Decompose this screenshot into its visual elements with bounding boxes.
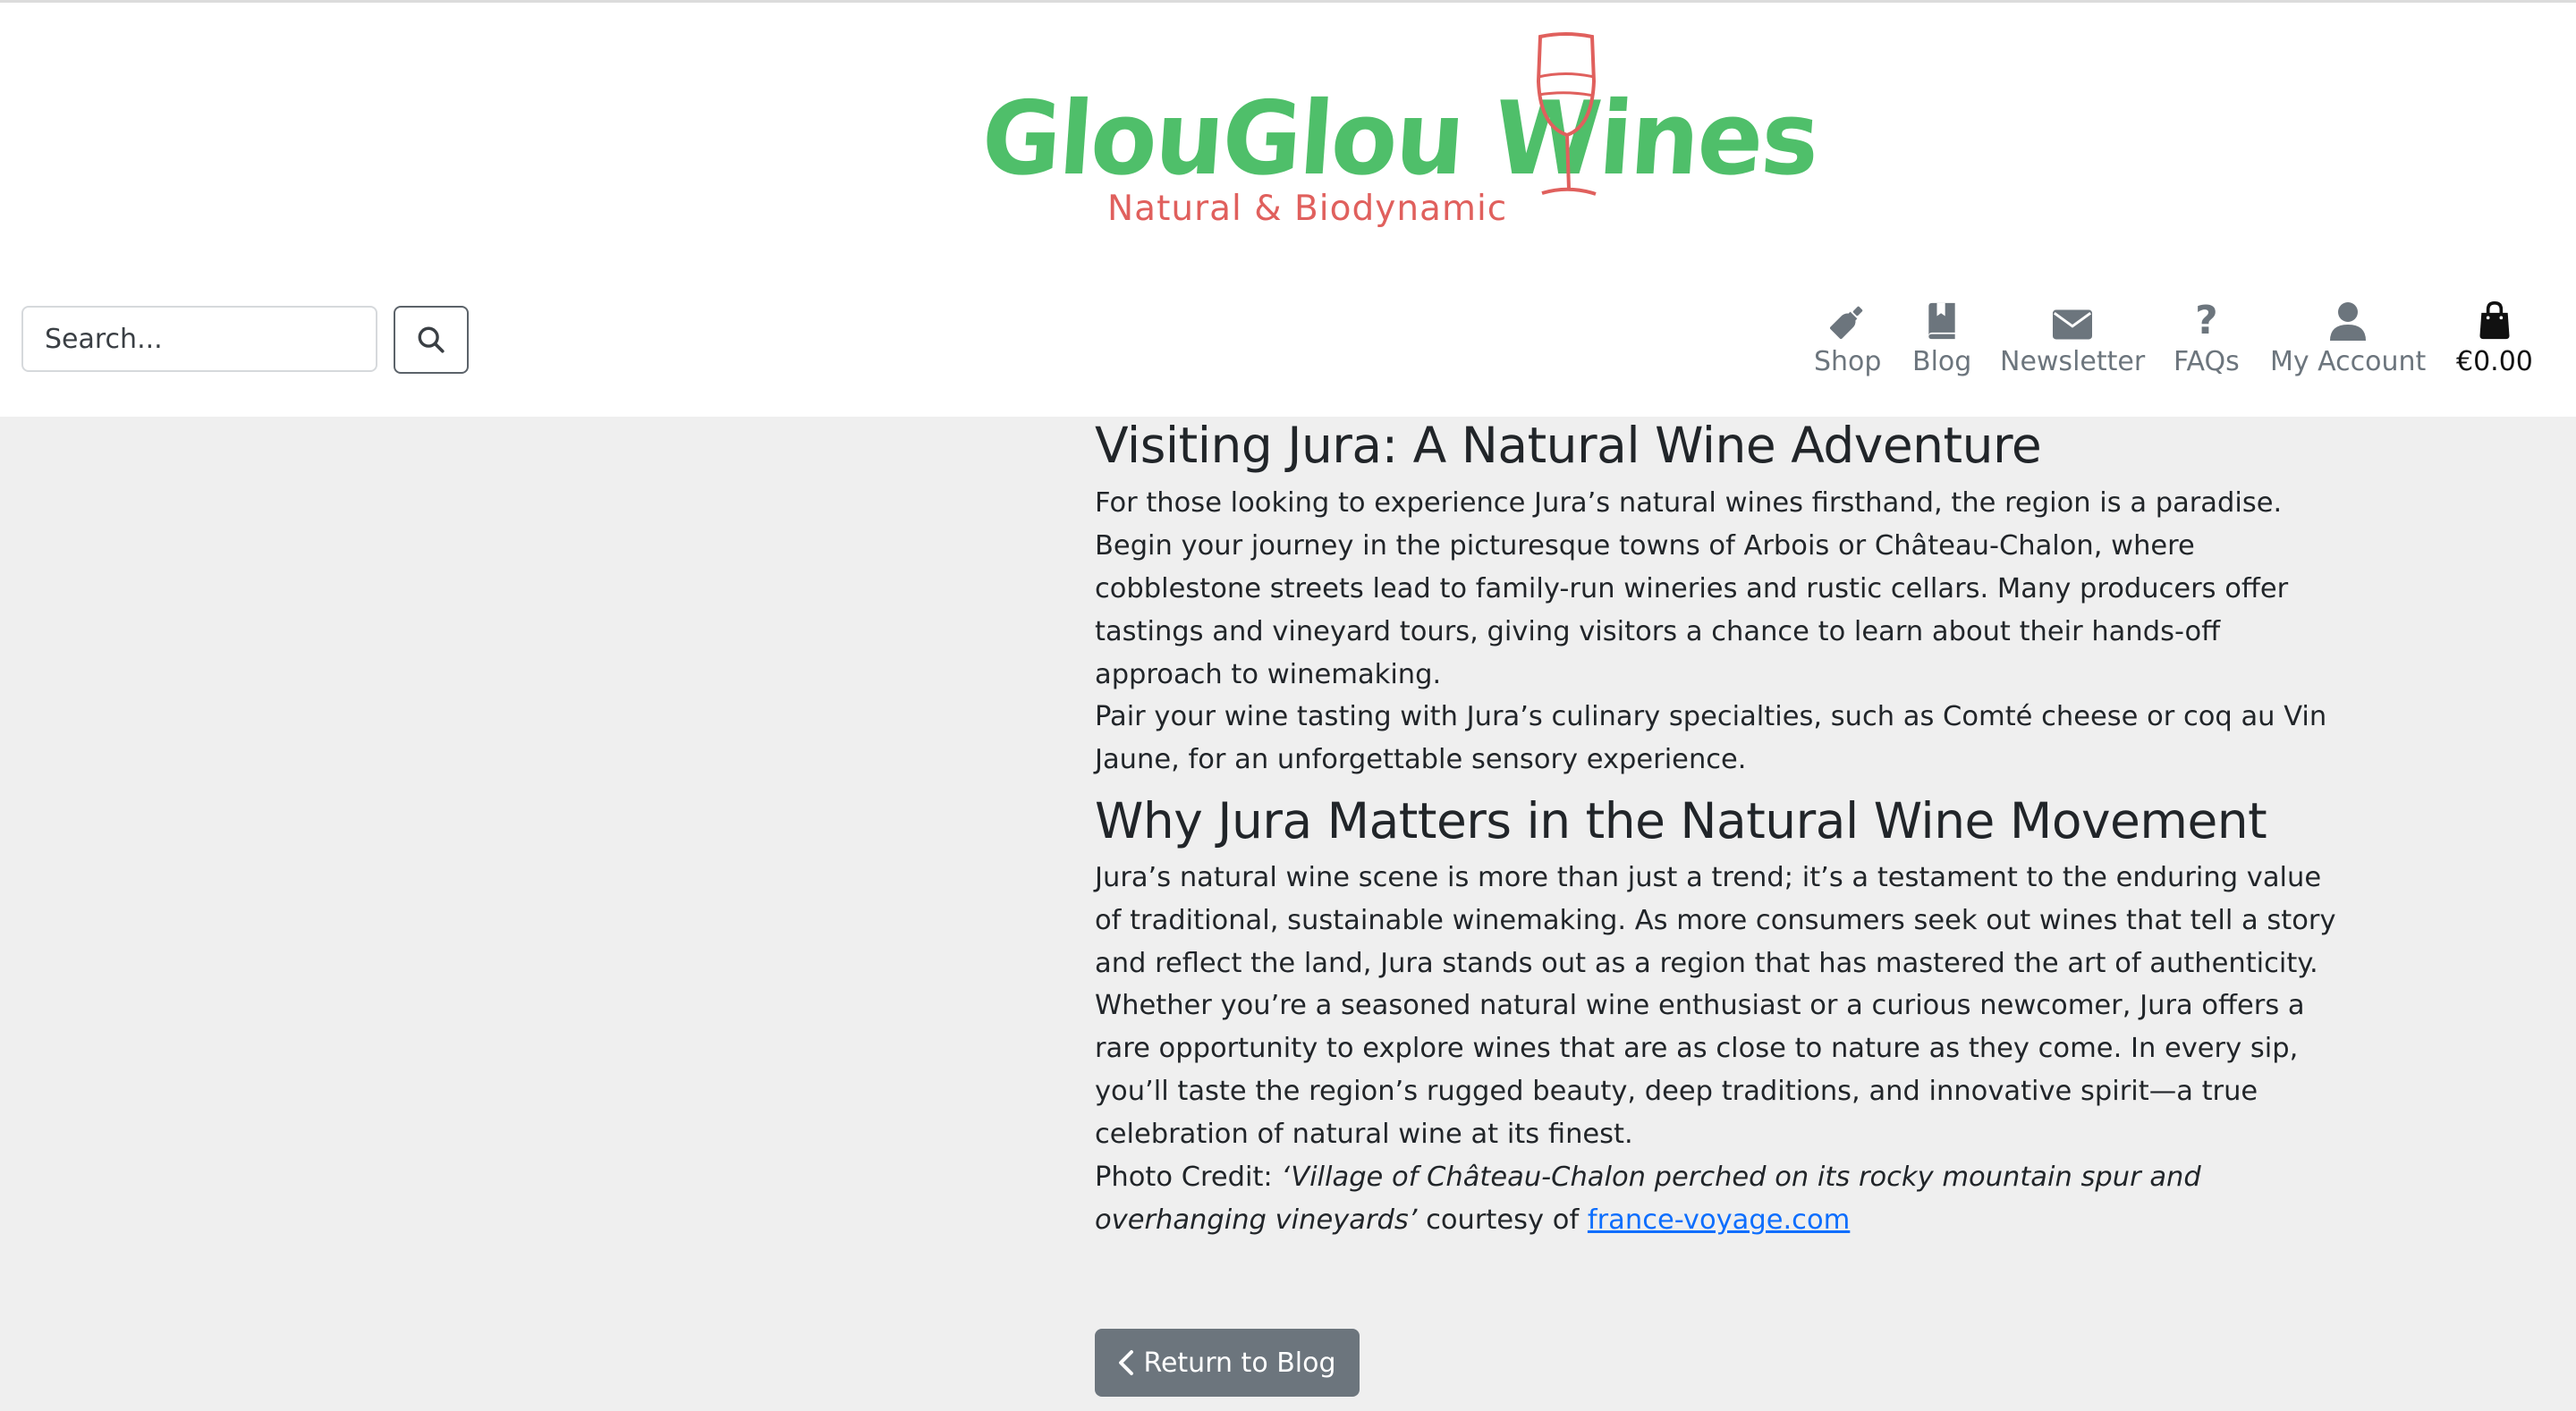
search-icon [418, 326, 445, 353]
nav-blog-label: Blog [1912, 346, 1972, 377]
paragraph-why-jura-matters: Jura’s natural wine scene is more than j… [1095, 862, 2336, 979]
paragraph-visiting-jura: For those looking to experience Jura’s n… [1095, 487, 2289, 690]
logo-tagline: Natural & Biodynamic [1107, 189, 1508, 229]
site-header: GlouGlou Wines Natural & Biodynamic Sear… [0, 3, 2576, 417]
paragraph-food-pairing: Pair your wine tasting with Jura’s culin… [1095, 701, 2327, 775]
section-heading-why-jura-matters: Why Jura Matters in the Natural Wine Mov… [1095, 792, 2267, 849]
question-icon: ? [2195, 298, 2218, 343]
search-button[interactable] [394, 306, 469, 374]
section-heading-visiting-jura: Visiting Jura: A Natural Wine Adventure [1095, 417, 2042, 474]
return-to-blog-label: Return to Blog [1143, 1347, 1336, 1379]
nav-my-account[interactable]: My Account [2270, 298, 2426, 377]
nav-faqs-label: FAQs [2174, 346, 2240, 377]
return-to-blog-button[interactable]: Return to Blog [1095, 1329, 1360, 1397]
nav-shop[interactable]: Shop [1814, 298, 1881, 377]
nav-blog[interactable]: Blog [1912, 298, 1971, 377]
nav-newsletter[interactable]: Newsletter [2000, 298, 2145, 377]
wine-glass-icon [1536, 32, 1597, 196]
nav-faqs[interactable]: ? FAQs [2174, 298, 2240, 378]
nav-newsletter-label: Newsletter [2000, 346, 2146, 377]
photo-credit-label: Photo Credit: [1095, 1162, 1282, 1193]
photo-credit-courtesy: courtesy of [1417, 1204, 1588, 1236]
photo-credit-link[interactable]: france-voyage.com [1588, 1204, 1850, 1236]
shopping-bag-icon [2478, 298, 2512, 341]
nav-my-account-label: My Account [2270, 346, 2427, 377]
site-logo[interactable]: GlouGlou Wines Natural & Biodynamic [975, 28, 1821, 242]
book-icon [1924, 298, 1960, 341]
cart-total: €0.00 [2456, 346, 2533, 377]
user-icon [2330, 298, 2367, 341]
nav-cart[interactable]: €0.00 [2456, 298, 2533, 377]
chevron-left-icon [1119, 1350, 1134, 1375]
logo-wordmark: GlouGlou Wines [978, 80, 1822, 199]
nav-shop-label: Shop [1814, 346, 1882, 377]
envelope-icon [2053, 298, 2093, 341]
wine-bottle-icon [1828, 298, 1868, 341]
photo-credit: Photo Credit: ‘Village of Château-Chalon… [1095, 1156, 2347, 1242]
paragraph-conclusion: Whether you’re a seasoned natural wine e… [1095, 990, 2305, 1150]
search-input[interactable] [21, 306, 377, 372]
